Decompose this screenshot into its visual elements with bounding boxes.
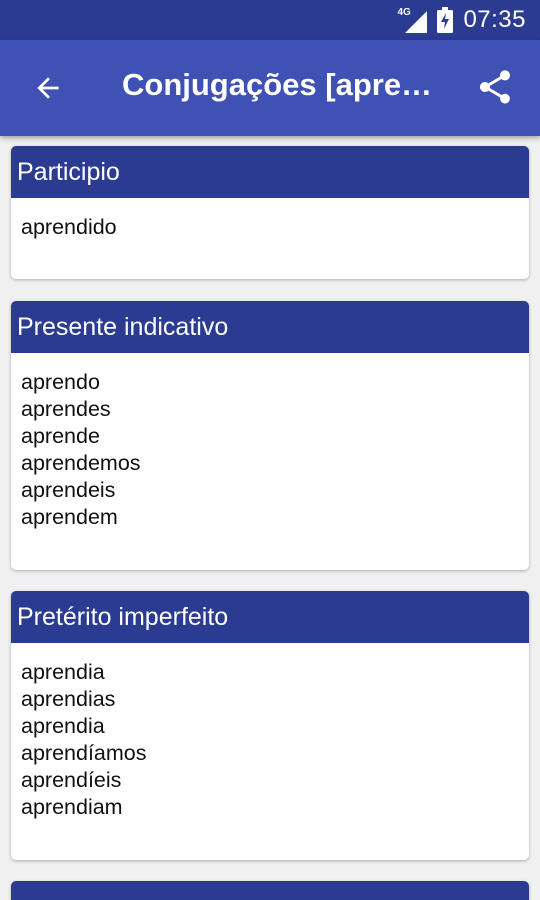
page-title: Conjugações [apre… — [122, 67, 433, 102]
section-header: Participio — [11, 146, 529, 198]
section-forms: aprendia aprendias aprendia aprendíamos … — [11, 643, 529, 821]
verb-form: aprendo — [21, 370, 100, 394]
battery-charging-icon — [437, 7, 454, 33]
share-button[interactable] — [470, 62, 520, 112]
verb-form: aprendeis — [21, 478, 116, 502]
clock: 07:35 — [463, 6, 526, 33]
verb-form: aprendia — [21, 660, 105, 684]
verb-form: aprendia — [21, 714, 105, 738]
verb-form: aprendes — [21, 397, 111, 421]
share-icon — [480, 70, 510, 104]
section-header: Pretérito imperfeito — [11, 591, 529, 643]
verb-form: aprende — [21, 424, 100, 448]
section-forms: aprendido — [11, 198, 529, 241]
verb-form: aprendido — [21, 215, 117, 239]
section-forms: aprendo aprendes aprende aprendemos apre… — [11, 353, 529, 531]
status-indicators: 4G 07:35 — [397, 0, 526, 40]
verb-form: aprendíeis — [21, 768, 122, 792]
conjugation-card-preterito-imperfeito: Pretérito imperfeito aprendia aprendias … — [11, 591, 529, 860]
arrow-back-icon — [37, 77, 59, 99]
status-bar: 4G 07:35 — [0, 0, 540, 40]
verb-form: aprendemos — [21, 451, 141, 475]
conjugation-card-participio: Participio aprendido — [11, 146, 529, 279]
verb-form: aprendias — [21, 687, 116, 711]
conjugation-card-presente-indicativo: Presente indicativo aprendo aprendes apr… — [11, 301, 529, 570]
section-header: Presente indicativo — [11, 301, 529, 353]
verb-form: aprendíamos — [21, 741, 147, 765]
back-button[interactable] — [24, 64, 72, 112]
section-header-partial — [11, 881, 529, 900]
conjugation-card-next — [11, 881, 529, 900]
signal-icon — [405, 11, 428, 33]
conjugation-list[interactable]: Participio aprendido Presente indicativo… — [0, 136, 540, 900]
verb-form: aprendiam — [21, 795, 123, 819]
verb-form: aprendem — [21, 505, 118, 529]
app-bar: Conjugações [apre… — [0, 40, 540, 136]
network-indicator: 4G — [397, 7, 428, 33]
